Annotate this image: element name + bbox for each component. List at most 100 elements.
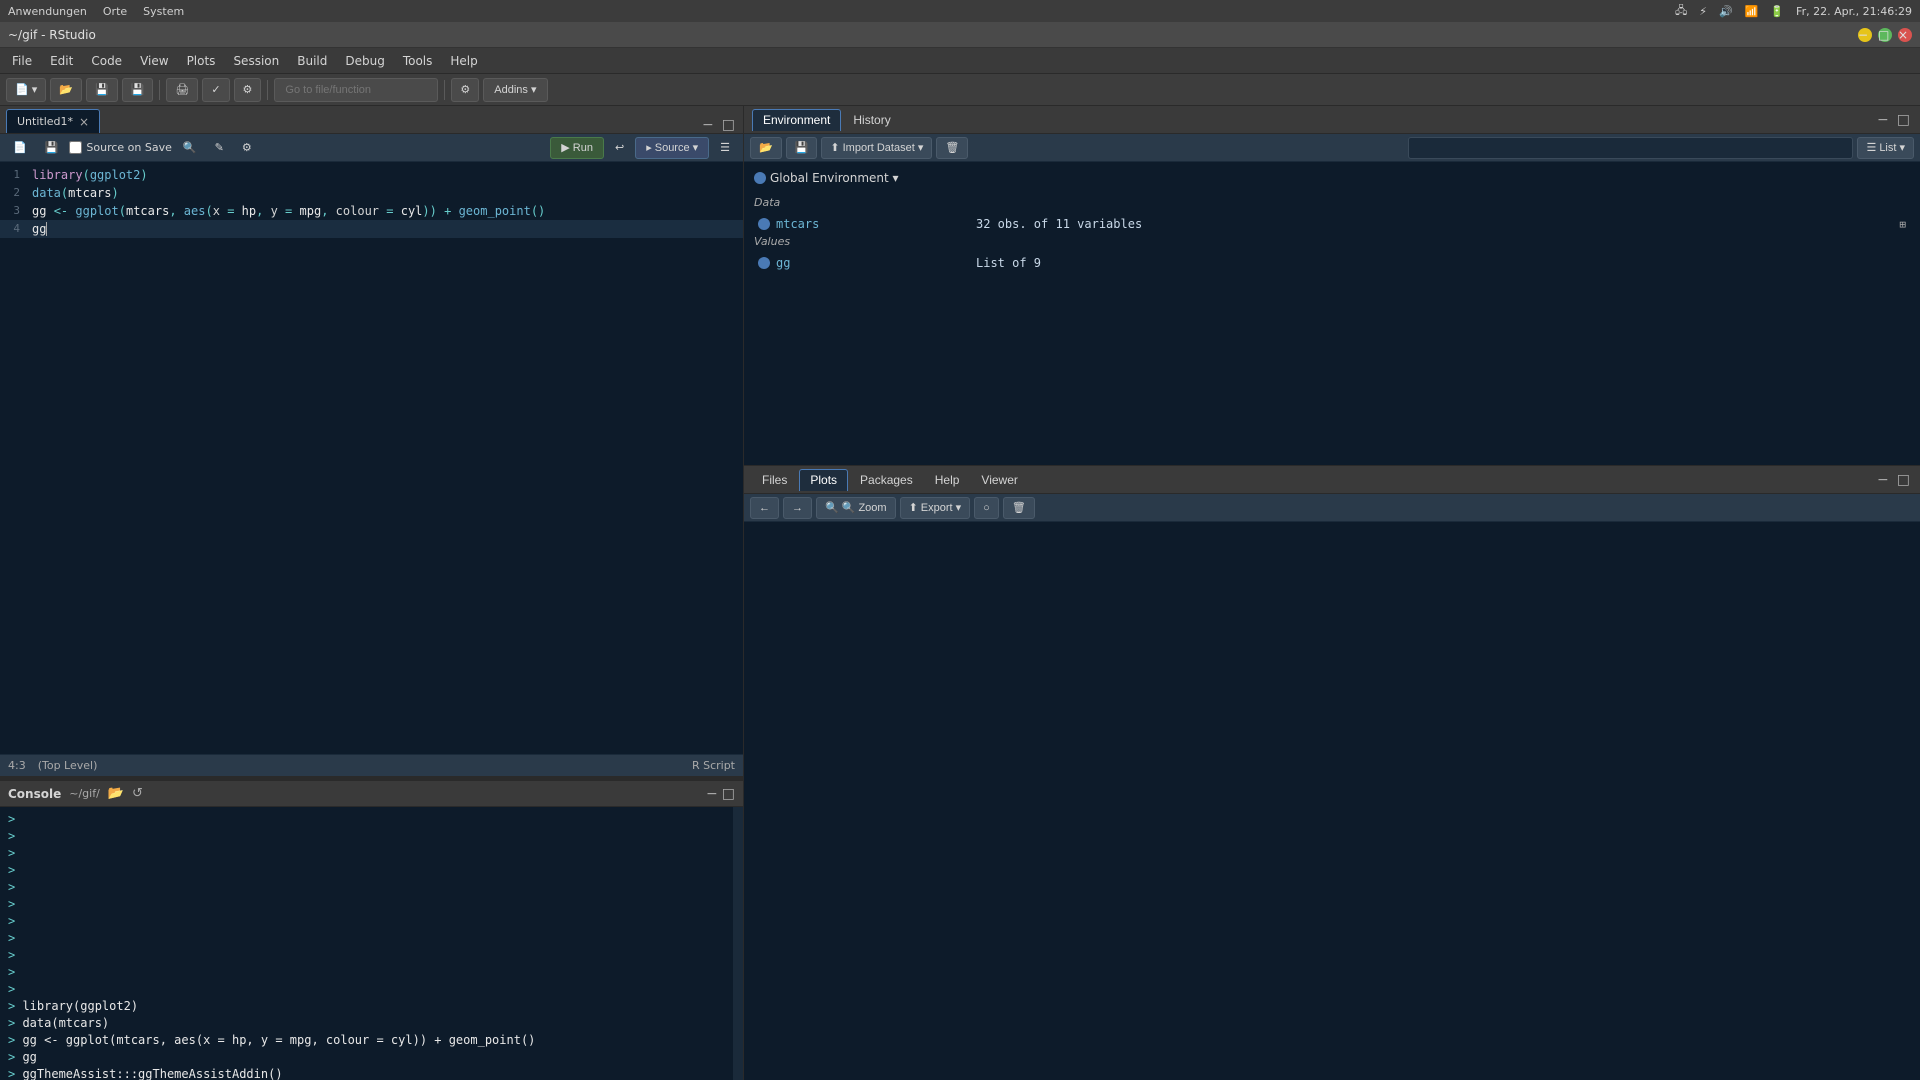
env-maximize-button[interactable]: □ — [1895, 112, 1912, 128]
maximize-editor-button[interactable]: □ — [720, 117, 737, 133]
check-button[interactable]: ✓ — [202, 78, 229, 102]
data-section-header: Data — [750, 194, 1914, 211]
environment-panel: Environment History − □ 📂 💾 ⬆ Import Dat… — [744, 106, 1920, 466]
line-content-4: gg — [28, 220, 743, 238]
delete-plot-button[interactable]: 🗑 — [1003, 497, 1035, 519]
close-button[interactable]: × — [1898, 28, 1912, 42]
minimize-button[interactable]: − — [1858, 28, 1872, 42]
console-line-10: > — [8, 964, 725, 981]
list-view-button[interactable]: ☰ List ▾ — [1857, 137, 1914, 159]
console-area: Console ~/gif/ 📂 ↺ − □ > > > > > > — [0, 780, 743, 1080]
tab-close-button[interactable]: × — [79, 115, 89, 129]
console-line-6: > — [8, 896, 725, 913]
cursor-position: 4:3 — [8, 759, 26, 772]
files-maximize-button[interactable]: □ — [1895, 472, 1912, 488]
run-previous-button[interactable]: ↩ — [608, 137, 631, 159]
orte-menu[interactable]: Orte — [103, 5, 127, 18]
compile-button[interactable]: ⚙ — [234, 78, 262, 102]
console-minimize-button[interactable]: − — [706, 786, 718, 802]
editor-tab-untitled1[interactable]: Untitled1* × — [6, 109, 100, 133]
tab-help[interactable]: Help — [925, 469, 970, 491]
gg-name: gg — [776, 256, 976, 270]
menu-edit[interactable]: Edit — [42, 52, 81, 70]
files-panel: Files Plots Packages Help Viewer − □ ← →… — [744, 466, 1920, 1080]
left-pane: Untitled1* × − □ 📄 💾 Source on Save 🔍 ✎ — [0, 106, 744, 1080]
files-minimize-button[interactable]: − — [1875, 472, 1891, 488]
collapse-button[interactable]: ☰ — [713, 137, 737, 159]
line-number-4: 4 — [0, 220, 28, 238]
console-scrollbar[interactable] — [733, 807, 743, 1080]
goto-function-input[interactable] — [274, 78, 438, 102]
source-on-save-checkbox[interactable] — [69, 141, 82, 154]
source-on-save-label: Source on Save — [86, 141, 171, 154]
open-file-button[interactable]: 📂 — [50, 78, 82, 102]
console-line-7: > — [8, 913, 725, 930]
menu-session[interactable]: Session — [225, 52, 287, 70]
maximize-button[interactable]: □ — [1878, 28, 1892, 42]
minimize-editor-button[interactable]: − — [700, 117, 716, 133]
delete-plot-icon: 🗑 — [1012, 501, 1026, 514]
scope-level: (Top Level) — [38, 759, 98, 772]
scope-icon — [754, 172, 766, 184]
main-toolbar: 📄▾ 📂 💾 💾 🖨 ✓ ⚙ ⚙ Addins ▾ — [0, 74, 1920, 106]
save-workspace-button[interactable]: 💾 — [786, 137, 818, 159]
tab-viewer[interactable]: Viewer — [971, 469, 1027, 491]
spell-check-button[interactable]: ✎ — [208, 137, 231, 159]
new-file-button[interactable]: 📄▾ — [6, 78, 46, 102]
tab-environment[interactable]: Environment — [752, 109, 841, 131]
console-sync-icon[interactable]: ↺ — [132, 786, 143, 801]
code-editor[interactable]: 1 library(ggplot2) 2 data(mtcars) 3 gg <… — [0, 162, 743, 754]
clear-workspace-button[interactable]: 🗑 — [936, 137, 968, 159]
scope-label: Global Environment ▾ — [770, 171, 899, 185]
save-all-button[interactable]: 💾 — [122, 78, 154, 102]
load-workspace-button[interactable]: 📂 — [750, 137, 782, 159]
prev-plot-button[interactable]: ← — [750, 497, 779, 519]
menu-help[interactable]: Help — [442, 52, 485, 70]
zoom-icon: 🔍 — [825, 501, 839, 514]
menu-file[interactable]: File — [4, 52, 40, 70]
new-script-button[interactable]: 📄 — [6, 137, 34, 159]
menu-view[interactable]: View — [132, 52, 176, 70]
env-search-input[interactable] — [1408, 137, 1854, 159]
menu-build[interactable]: Build — [289, 52, 335, 70]
run-button[interactable]: ▶ Run — [550, 137, 604, 159]
next-plot-button[interactable]: → — [783, 497, 812, 519]
save-script-button[interactable]: 💾 — [38, 137, 66, 159]
env-row-mtcars[interactable]: mtcars 32 obs. of 11 variables ⊞ — [750, 215, 1914, 233]
console-title: Console — [8, 787, 61, 801]
print-button[interactable]: 🖨 — [166, 78, 198, 102]
console-line-9: > — [8, 947, 725, 964]
tab-files[interactable]: Files — [752, 469, 797, 491]
anwendungen-menu[interactable]: Anwendungen — [8, 5, 87, 18]
menu-plots[interactable]: Plots — [179, 52, 224, 70]
menu-debug[interactable]: Debug — [337, 52, 392, 70]
tab-plots[interactable]: Plots — [799, 469, 848, 491]
zoom-button[interactable]: 🔍 🔍 Zoom — [816, 497, 896, 519]
console-line-3: > — [8, 845, 725, 862]
menu-code[interactable]: Code — [83, 52, 130, 70]
search-script-button[interactable]: 🔍 — [176, 137, 204, 159]
gg-icon — [758, 257, 770, 269]
battery-icon: 🔋 — [1770, 5, 1784, 18]
tab-history[interactable]: History — [843, 109, 900, 131]
clear-plot-button[interactable]: ○ — [974, 497, 999, 519]
save-button[interactable]: 💾 — [86, 78, 118, 102]
console-content[interactable]: > > > > > > > > > > > > library(ggplot2)… — [0, 807, 733, 1080]
workspace-icon[interactable]: ⚙ — [451, 78, 479, 102]
addins-button[interactable]: Addins ▾ — [483, 78, 547, 102]
console-maximize-button[interactable]: □ — [722, 786, 735, 802]
tab-packages[interactable]: Packages — [850, 469, 923, 491]
import-dataset-button[interactable]: ⬆ Import Dataset ▾ — [821, 137, 932, 159]
export-button[interactable]: ⬆ Export ▾ — [900, 497, 971, 519]
system-menu[interactable]: System — [143, 5, 184, 18]
global-env-scope[interactable]: Global Environment ▾ — [750, 168, 1914, 188]
env-row-gg[interactable]: gg List of 9 — [750, 254, 1914, 272]
source-label: Source — [655, 142, 690, 154]
code-tools-button[interactable]: ⚙ — [235, 137, 259, 159]
menu-tools[interactable]: Tools — [395, 52, 441, 70]
env-minimize-button[interactable]: − — [1875, 112, 1891, 128]
source-button[interactable]: ▸ Source ▾ — [635, 137, 709, 159]
mtcars-view-button[interactable]: ⊞ — [1899, 218, 1906, 231]
console-cmd-gg: > gg — [8, 1049, 725, 1066]
console-open-folder-icon[interactable]: 📂 — [108, 786, 124, 801]
